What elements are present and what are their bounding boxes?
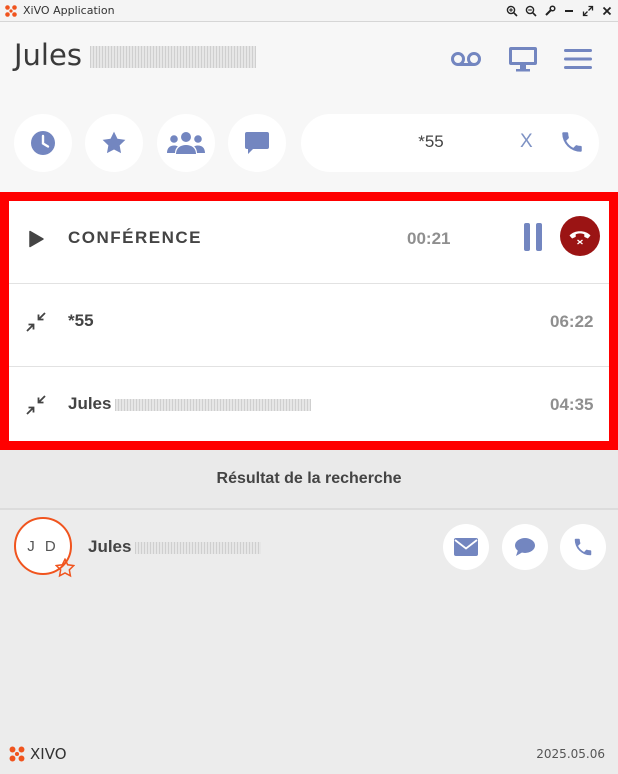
minimize-icon[interactable] <box>561 3 576 18</box>
chat-bubble-icon <box>515 538 535 556</box>
zoom-in-icon[interactable] <box>504 3 519 18</box>
chat-contact-button[interactable] <box>502 524 548 570</box>
wrench-icon[interactable] <box>542 3 557 18</box>
user-first-name: Jules <box>14 38 82 72</box>
contact-first-name: Jules <box>88 537 132 556</box>
zoom-out-icon[interactable] <box>523 3 538 18</box>
xivo-logo-icon <box>9 746 25 762</box>
footer-brand: XIVO <box>30 745 67 763</box>
menu-icon[interactable] <box>561 44 595 74</box>
users-icon <box>167 132 205 154</box>
envelope-icon <box>454 538 478 556</box>
monitor-icon[interactable] <box>506 44 540 74</box>
window-title: XiVO Application <box>23 4 115 17</box>
pause-button[interactable] <box>524 223 544 251</box>
conference-call-row[interactable]: CONFÉRENCE 00:21 <box>9 201 609 284</box>
minimize-arrows-icon[interactable] <box>25 311 47 333</box>
user-name: Jules <box>14 38 256 72</box>
contact-row[interactable]: J D Jules <box>0 512 618 582</box>
close-icon[interactable] <box>599 3 614 18</box>
call-first-name: Jules <box>68 394 112 413</box>
call-timer: 00:21 <box>407 229 451 248</box>
voicemail-icon[interactable] <box>449 44 483 74</box>
contact-name: Jules <box>88 537 262 557</box>
chat-icon <box>245 132 269 154</box>
favorites-button[interactable] <box>85 114 143 172</box>
app-version: 2025.05.06 <box>536 747 605 761</box>
call-name: CONFÉRENCE <box>68 228 203 247</box>
call-contact-button[interactable] <box>560 524 606 570</box>
hangup-button[interactable] <box>560 216 600 256</box>
title-bar: XiVO Application <box>0 0 618 22</box>
hangup-icon <box>569 231 591 245</box>
header: Jules X <box>0 22 618 192</box>
call-name: *55 <box>68 311 94 330</box>
clear-search-button[interactable]: X <box>520 131 533 153</box>
chat-button[interactable] <box>228 114 286 172</box>
call-name: Jules <box>68 394 312 414</box>
active-calls-panel: CONFÉRENCE 00:21 *55 06:22 Jules 04:35 <box>0 192 618 450</box>
phone-icon <box>574 538 592 556</box>
contacts-button[interactable] <box>157 114 215 172</box>
search-call-icon[interactable] <box>559 128 585 156</box>
favorite-star-icon[interactable] <box>55 558 75 578</box>
footer-logo: XIVO <box>8 745 67 763</box>
redacted-last-name <box>89 46 256 68</box>
search-input[interactable] <box>331 132 531 152</box>
clock-icon <box>31 131 55 155</box>
minimize-arrows-icon[interactable] <box>25 394 47 416</box>
call-row[interactable]: Jules 04:35 <box>9 367 609 450</box>
maximize-icon[interactable] <box>580 3 595 18</box>
search-results-title: Résultat de la recherche <box>0 450 618 510</box>
history-button[interactable] <box>14 114 72 172</box>
xivo-logo-icon <box>4 4 18 18</box>
call-row[interactable]: *55 06:22 <box>9 284 609 367</box>
call-timer: 06:22 <box>550 312 594 331</box>
email-button[interactable] <box>443 524 489 570</box>
star-icon <box>102 131 126 154</box>
redacted-last-name <box>115 398 312 411</box>
search-box: X <box>301 114 599 172</box>
redacted-last-name <box>135 541 262 554</box>
play-icon[interactable] <box>25 228 47 250</box>
call-timer: 04:35 <box>550 395 594 414</box>
